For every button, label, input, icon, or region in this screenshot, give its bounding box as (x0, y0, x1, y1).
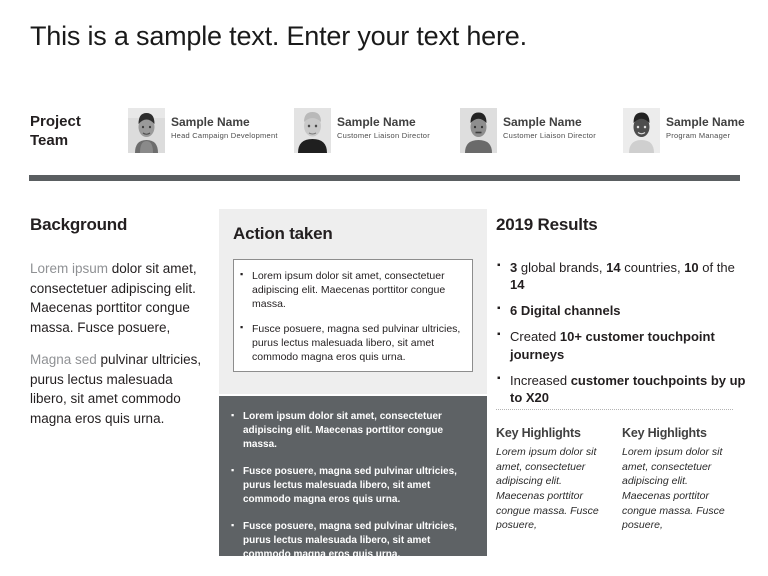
results-bullet-list: 3 global brands, 14 countries, 10 of the… (496, 259, 746, 406)
results-heading: 2019 Results (496, 215, 598, 234)
background-paragraph-1-lead: Lorem ipsum (30, 261, 112, 276)
list-item: Lorem ipsum dolor sit amet, consectetuer… (240, 268, 462, 312)
results-text-3: of the (698, 260, 735, 275)
list-item: 6 Digital channels (496, 302, 746, 319)
background-paragraph-1: Lorem ipsum dolor sit amet, consectetuer… (30, 259, 212, 337)
background-column: Background Lorem ipsum dolor sit amet, c… (30, 215, 212, 429)
team-member: Sample Name Customer Liaison Director (294, 108, 430, 156)
team-member-text: Sample Name Customer Liaison Director (503, 108, 596, 141)
team-member-name: Sample Name (503, 115, 582, 129)
team-member-text: Sample Name Customer Liaison Director (337, 108, 430, 141)
team-member: Sample Name Program Manager (623, 108, 745, 156)
action-taken-panel: Action taken Lorem ipsum dolor sit amet,… (219, 209, 487, 394)
key-highlights-column: Key Highlights Lorem ipsum dolor sit ame… (622, 426, 732, 533)
action-taken-white-box: Lorem ipsum dolor sit amet, consectetuer… (233, 259, 473, 372)
background-paragraph-2: Magna sed pulvinar ultricies, purus lect… (30, 350, 212, 428)
team-member-name: Sample Name (337, 115, 416, 129)
list-item: Fusce posuere, magna sed pulvinar ultric… (240, 321, 462, 365)
action-taken-dark-box: Lorem ipsum dolor sit amet, consectetuer… (219, 396, 487, 560)
action-taken-heading: Action taken (233, 224, 333, 243)
team-member: Sample Name Head Campaign Development (128, 108, 278, 156)
results-text-1: Increased (510, 372, 571, 388)
project-team-label-line2: Team (30, 131, 69, 149)
key-highlights-body: Lorem ipsum dolor sit amet, consectetuer… (496, 446, 599, 532)
action-taken-dark-bullet-list: Lorem ipsum dolor sit amet, consectetuer… (231, 409, 473, 562)
list-item: 3 global brands, 14 countries, 10 of the… (496, 259, 746, 293)
avatar (623, 108, 660, 153)
results-column: 2019 Results 3 global brands, 14 countri… (496, 215, 746, 415)
key-highlights-heading: Key Highlights (622, 426, 707, 440)
list-item: Created 10+ customer touchpoint journeys (496, 328, 746, 362)
team-member-text: Sample Name Head Campaign Development (171, 108, 278, 141)
key-highlights-body: Lorem ipsum dolor sit amet, consectetuer… (622, 446, 725, 532)
avatar (460, 108, 497, 153)
background-paragraph-2-lead: Magna sed (30, 352, 101, 368)
key-highlights-column: Key Highlights Lorem ipsum dolor sit ame… (496, 426, 606, 533)
results-bold-3: 10 (684, 260, 699, 275)
avatar (294, 108, 331, 153)
team-member-name: Sample Name (171, 115, 250, 129)
list-item: Increased customer touchpoints by up to … (496, 372, 746, 406)
team-member-role: Customer Liaison Director (337, 131, 430, 141)
project-team-label: Project Team (30, 113, 125, 151)
list-item: Fusce posuere, magna sed pulvinar ultric… (231, 464, 473, 507)
results-bold-2: 14 (606, 260, 621, 275)
results-text-2: countries, (620, 260, 685, 275)
team-member-text: Sample Name Program Manager (666, 108, 745, 141)
project-team-section: Project Team Sample Name Head Campaign D… (0, 108, 768, 164)
list-item: Fusce posuere, magna sed pulvinar ultric… (231, 519, 473, 562)
project-team-label-line1: Project (30, 113, 81, 130)
results-text-1: Created (510, 329, 560, 345)
avatar (128, 108, 165, 153)
team-member-role: Customer Liaison Director (503, 131, 596, 141)
results-bold-2: 6 Digital channels (510, 303, 621, 319)
team-member-role: Program Manager (666, 131, 731, 141)
section-divider (29, 175, 740, 181)
page-title: This is a sample text. Enter your text h… (30, 21, 527, 51)
results-bold-4: 14 (510, 277, 525, 293)
results-text-1: global brands, (517, 260, 607, 275)
action-taken-bullet-list: Lorem ipsum dolor sit amet, consectetuer… (240, 268, 462, 365)
team-member-name: Sample Name (666, 115, 745, 129)
team-member: Sample Name Customer Liaison Director (460, 108, 596, 156)
key-highlights-heading: Key Highlights (496, 426, 581, 440)
key-highlights-section: Key Highlights Lorem ipsum dolor sit ame… (496, 426, 748, 533)
dotted-divider (496, 409, 733, 410)
team-member-role: Head Campaign Development (171, 131, 278, 141)
background-heading: Background (30, 215, 128, 234)
list-item: Lorem ipsum dolor sit amet, consectetuer… (231, 409, 473, 452)
